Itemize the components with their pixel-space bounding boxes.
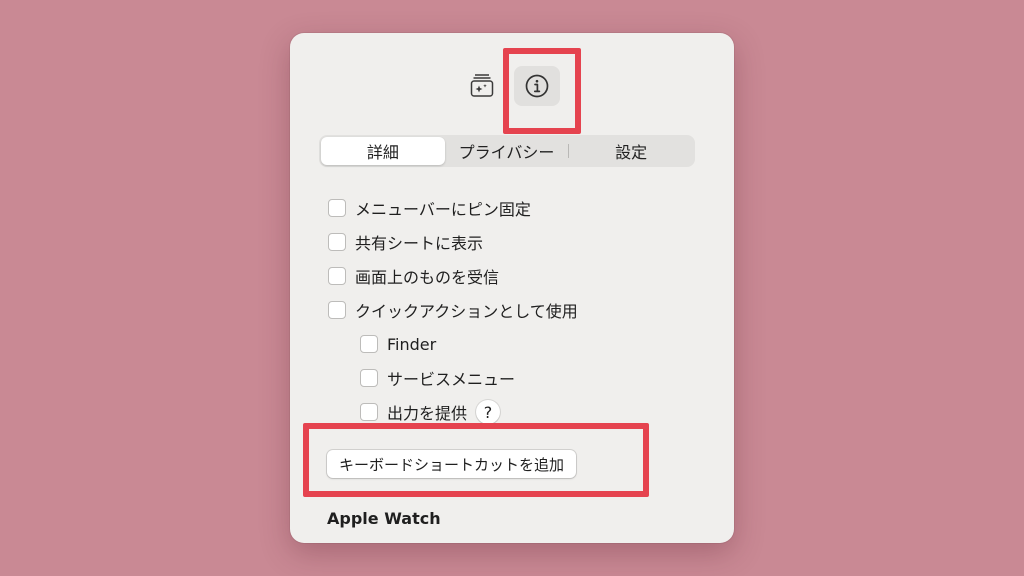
show-share-sheet-label: 共有シートに表示 [355, 234, 484, 253]
pin-menu-bar-label: メニューバーにピン固定 [355, 200, 531, 219]
tab-settings[interactable]: 設定 [569, 137, 693, 165]
provide-output-checkbox[interactable] [360, 403, 378, 421]
option-services-menu[interactable]: サービスメニュー [360, 366, 515, 390]
pin-menu-bar-checkbox[interactable] [328, 199, 346, 217]
shortcut-details-panel: 詳細 プライバシー 設定 メニューバーにピン固定 共有シートに表示 画面上のもの… [290, 33, 734, 543]
quick-action-checkbox[interactable] [328, 301, 346, 319]
option-receive-screen[interactable]: 画面上のものを受信 [328, 264, 499, 288]
tab-details[interactable]: 詳細 [321, 137, 445, 165]
apple-watch-section-heading: Apple Watch [327, 509, 441, 528]
tab-privacy[interactable]: プライバシー [445, 137, 569, 165]
show-share-sheet-checkbox[interactable] [328, 233, 346, 251]
services-menu-label: サービスメニュー [387, 370, 516, 389]
option-pin-menu-bar[interactable]: メニューバーにピン固定 [328, 196, 531, 220]
receive-screen-label: 画面上のものを受信 [355, 268, 500, 287]
option-use-quick-action[interactable]: クイックアクションとして使用 [328, 298, 578, 322]
info-icon [525, 74, 549, 98]
provide-output-label: 出力を提供 [387, 404, 468, 423]
info-button[interactable] [514, 66, 560, 106]
add-keyboard-shortcut-button[interactable]: キーボードショートカットを追加 [327, 450, 577, 478]
option-finder[interactable]: Finder [360, 332, 436, 356]
gallery-icon[interactable] [466, 69, 498, 101]
help-button[interactable]: ? [476, 400, 501, 424]
services-menu-checkbox[interactable] [360, 369, 378, 387]
quick-action-label: クイックアクションとして使用 [355, 302, 578, 321]
option-show-share-sheet[interactable]: 共有シートに表示 [328, 230, 483, 254]
tab-bar: 詳細 プライバシー 設定 [319, 135, 695, 167]
option-provide-output[interactable]: 出力を提供 ? [360, 400, 501, 424]
finder-label: Finder [387, 334, 437, 354]
finder-checkbox[interactable] [360, 335, 378, 353]
receive-screen-checkbox[interactable] [328, 267, 346, 285]
